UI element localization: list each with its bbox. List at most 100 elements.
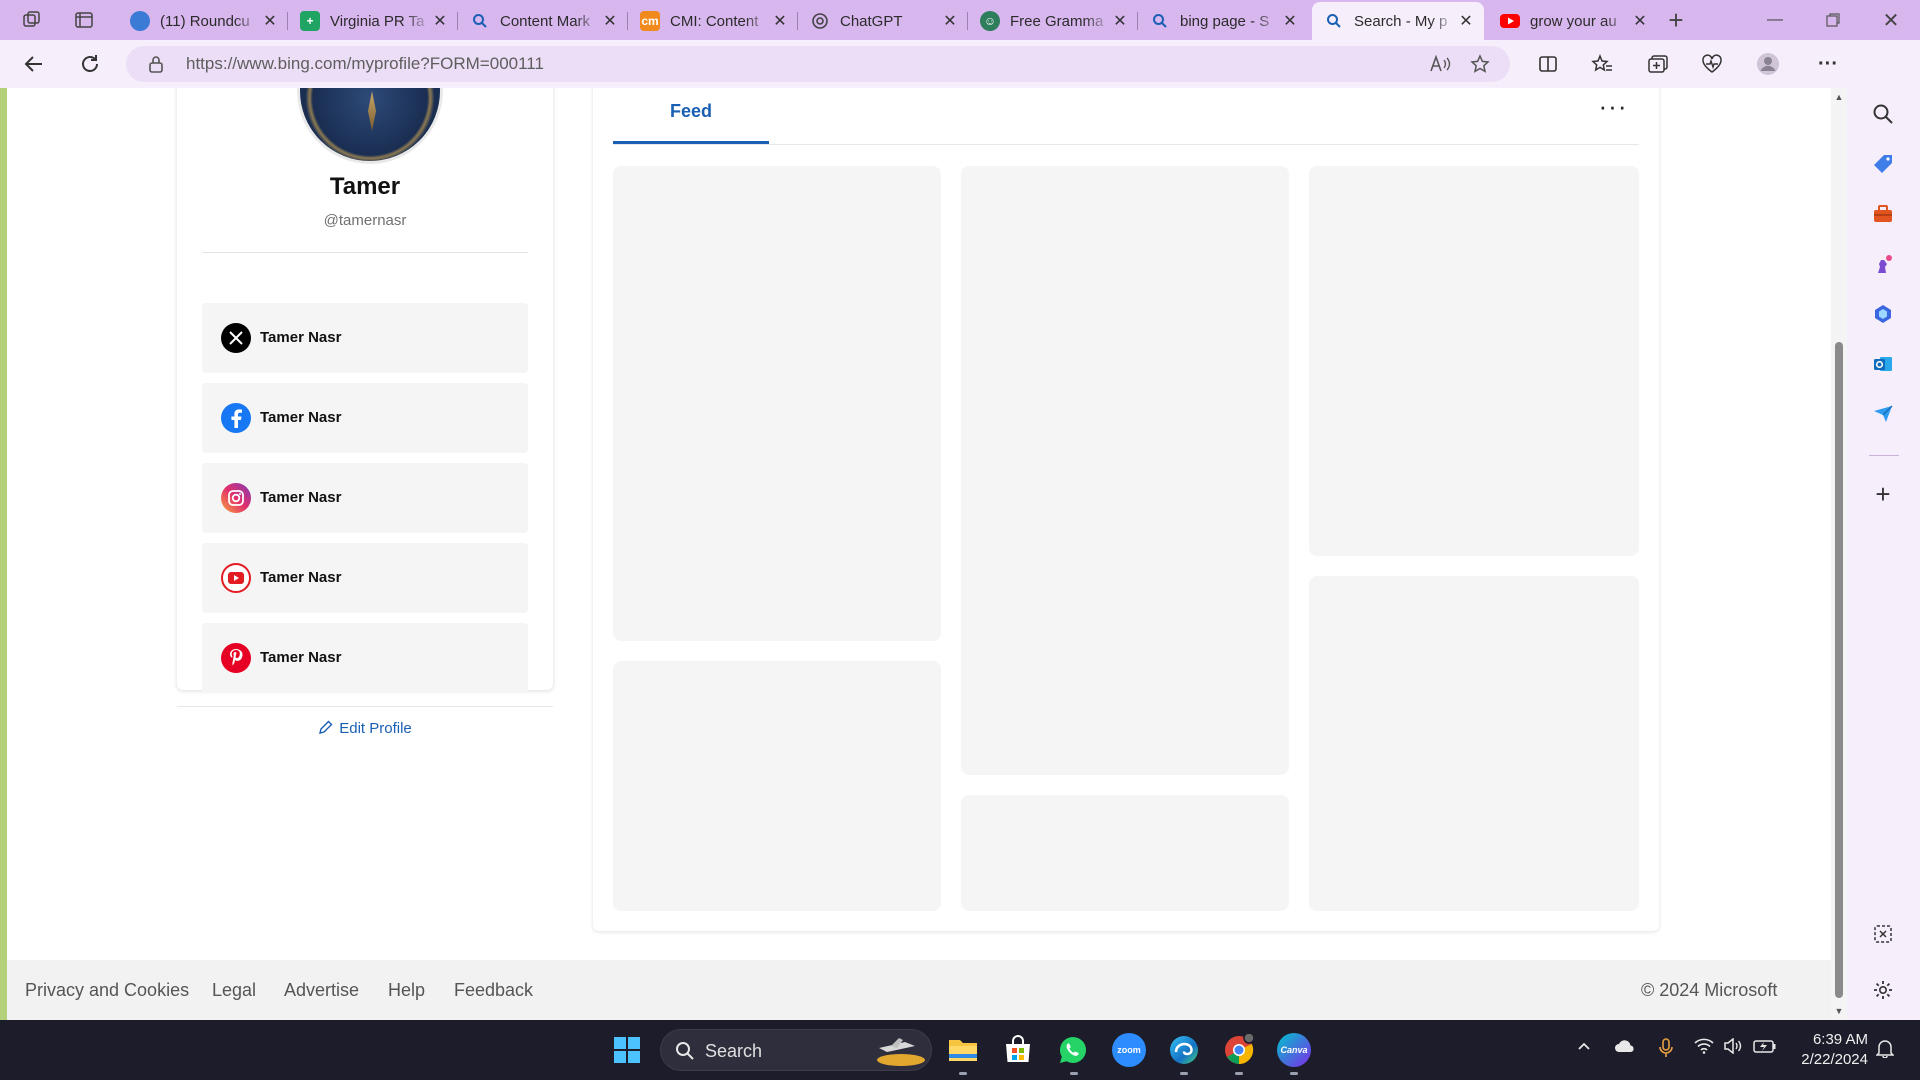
tab-bing-page[interactable]: bing page - S ✕ <box>1138 4 1308 38</box>
tab-chatgpt[interactable]: ChatGPT ✕ <box>798 4 968 38</box>
canva-icon[interactable]: Canva <box>1277 1033 1311 1067</box>
tab-free-grammar[interactable]: ☺ Free Gramma ✕ <box>968 4 1138 38</box>
social-label: Tamer Nasr <box>260 409 342 426</box>
add-icon[interactable]: + <box>1869 479 1897 509</box>
tab-title: bing page - S <box>1180 12 1270 30</box>
profile-handle: @tamernasr <box>323 212 407 229</box>
system-clock[interactable]: 6:39 AM 2/22/2024 <box>1792 1030 1868 1070</box>
social-label: Tamer Nasr <box>260 569 342 586</box>
onedrive-icon[interactable] <box>1614 1038 1636 1059</box>
tab-actions-icon[interactable] <box>66 4 102 36</box>
zoom-icon[interactable]: zoom <box>1112 1033 1146 1067</box>
social-link-pinterest[interactable]: Tamer Nasr <box>202 623 528 693</box>
microsoft365-icon[interactable] <box>1869 300 1897 328</box>
copyright: © 2024 Microsoft <box>1641 980 1778 1000</box>
chevron-up-icon[interactable] <box>1576 1038 1592 1059</box>
social-link-instagram[interactable]: Tamer Nasr <box>202 463 528 533</box>
notifications-bell-icon[interactable] <box>1875 1038 1895 1063</box>
close-icon[interactable]: ✕ <box>430 11 450 31</box>
sheets-icon: + <box>300 11 320 31</box>
tab-virginia-pr[interactable]: + Virginia PR Ta ✕ <box>288 4 458 38</box>
start-windows-icon[interactable] <box>610 1033 644 1067</box>
tab-feed[interactable]: Feed <box>613 88 769 144</box>
workspaces-icon[interactable] <box>14 4 50 36</box>
collections-icon[interactable] <box>1640 48 1676 80</box>
footer-link-feedback[interactable]: Feedback <box>454 980 533 1001</box>
running-indicator <box>959 1072 967 1075</box>
close-icon[interactable]: ✕ <box>1110 11 1130 31</box>
url-input[interactable] <box>186 46 1386 82</box>
tab-grow-your-audience[interactable]: grow your au ✕ <box>1488 4 1658 38</box>
wifi-icon[interactable] <box>1694 1038 1714 1059</box>
taskbar-search[interactable]: Search <box>660 1029 932 1071</box>
minimize-icon[interactable]: — <box>1746 0 1804 40</box>
shopping-tag-icon[interactable] <box>1869 150 1897 178</box>
close-icon[interactable]: ✕ <box>770 11 790 31</box>
footer-link-legal[interactable]: Legal <box>212 980 256 1001</box>
close-icon[interactable]: ✕ <box>1630 11 1650 31</box>
social-link-youtube[interactable]: Tamer Nasr <box>202 543 528 613</box>
close-icon[interactable]: ✕ <box>1456 11 1476 31</box>
favorite-star-icon[interactable] <box>1462 48 1498 80</box>
vertical-scrollbar[interactable]: ▲ ▼ <box>1831 88 1847 1020</box>
address-bar[interactable] <box>126 46 1510 82</box>
screenshot-icon[interactable] <box>1869 920 1897 948</box>
social-link-x[interactable]: Tamer Nasr <box>202 303 528 373</box>
close-icon[interactable]: ✕ <box>940 11 960 31</box>
youtube-icon <box>1500 11 1520 31</box>
footer-link-advertise[interactable]: Advertise <box>284 980 359 1001</box>
feed-panel: Feed ··· <box>593 88 1659 931</box>
close-window-icon[interactable]: ✕ <box>1862 0 1920 40</box>
compass-icon <box>368 91 376 131</box>
split-screen-icon[interactable] <box>1530 48 1566 80</box>
outlook-icon[interactable] <box>1869 350 1897 378</box>
drop-send-icon[interactable] <box>1869 400 1897 428</box>
lock-icon[interactable] <box>148 55 164 78</box>
edge-browser-icon[interactable] <box>1167 1033 1201 1067</box>
social-link-facebook[interactable]: Tamer Nasr <box>202 383 528 453</box>
tab-roundcube[interactable]: (11) Roundcu ✕ <box>118 4 288 38</box>
gear-icon[interactable] <box>1869 976 1897 1004</box>
battery-icon[interactable] <box>1753 1038 1777 1059</box>
volume-icon[interactable] <box>1723 1037 1743 1059</box>
read-aloud-icon[interactable] <box>1422 48 1458 80</box>
file-explorer-icon[interactable] <box>946 1033 980 1067</box>
refresh-icon[interactable] <box>72 48 108 80</box>
scroll-down-icon[interactable]: ▼ <box>1834 1006 1844 1016</box>
footer-link-help[interactable]: Help <box>388 980 425 1001</box>
close-icon[interactable]: ✕ <box>600 11 620 31</box>
restore-icon[interactable] <box>1804 0 1862 40</box>
tab-strip: (11) Roundcu ✕ + Virginia PR Ta ✕ Conten… <box>0 0 1920 40</box>
new-tab-icon[interactable]: + <box>1658 4 1694 36</box>
microphone-icon[interactable] <box>1658 1038 1674 1063</box>
tab-search-my-profile[interactable]: Search - My p ✕ <box>1312 2 1484 40</box>
footer-link-privacy[interactable]: Privacy and Cookies <box>25 980 189 1001</box>
social-label: Tamer Nasr <box>260 649 342 666</box>
facebook-icon <box>221 403 251 433</box>
close-icon[interactable]: ✕ <box>1280 11 1300 31</box>
games-icon[interactable] <box>1869 250 1897 278</box>
browser-essentials-icon[interactable] <box>1694 48 1730 80</box>
scrollbar-thumb[interactable] <box>1835 342 1843 998</box>
edit-profile-link[interactable]: Edit Profile <box>177 720 553 737</box>
youtube-icon <box>221 563 251 593</box>
more-options-icon[interactable]: ··· <box>1593 93 1633 126</box>
tab-title: grow your au <box>1530 12 1617 30</box>
close-icon[interactable]: ✕ <box>260 11 280 31</box>
favorites-icon[interactable] <box>1584 48 1620 80</box>
tools-icon[interactable] <box>1869 200 1897 228</box>
divider <box>613 144 1639 145</box>
roundcube-icon <box>130 11 150 31</box>
tab-cmi[interactable]: cm CMI: Content ✕ <box>628 4 798 38</box>
chrome-icon[interactable] <box>1222 1033 1256 1067</box>
microsoft-store-icon[interactable] <box>1001 1033 1035 1067</box>
x-icon <box>221 323 251 353</box>
back-icon[interactable] <box>16 48 52 80</box>
tab-content-mark[interactable]: Content Mark ✕ <box>458 4 628 38</box>
chatgpt-icon <box>810 11 830 31</box>
profile-avatar-icon[interactable] <box>1750 48 1786 80</box>
scroll-up-icon[interactable]: ▲ <box>1834 92 1844 102</box>
search-icon[interactable] <box>1869 100 1897 128</box>
whatsapp-icon[interactable] <box>1056 1033 1090 1067</box>
settings-more-icon[interactable]: ··· <box>1810 48 1846 80</box>
